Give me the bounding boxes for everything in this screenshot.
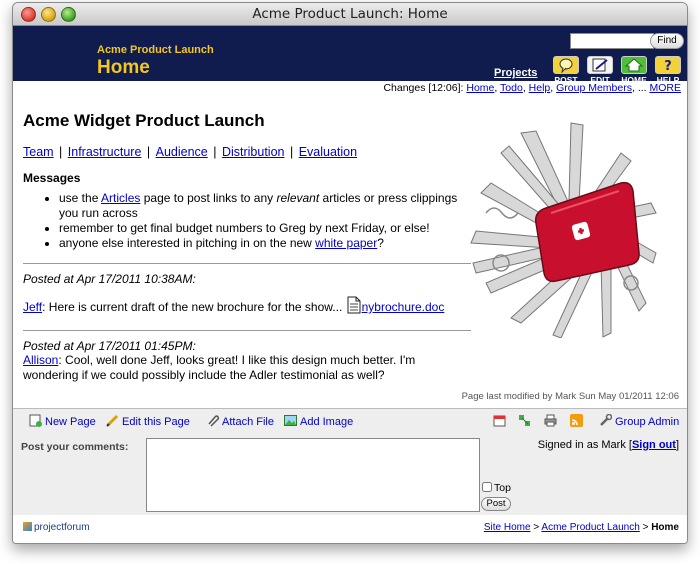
messages-heading: Messages [23,171,81,185]
list-item: remember to get final budget numbers to … [59,221,473,236]
svg-text:?: ? [664,59,672,73]
last-modified-text: Page last modified by Mark Sun May 01/20… [461,391,679,402]
breadcrumb-current: Home [651,522,679,533]
window-title: Acme Product Launch: Home [252,6,448,22]
post-button[interactable]: POST [551,56,581,85]
articles-link[interactable]: Articles [101,191,140,205]
post-body: Jeff: Here is current draft of the new b… [23,296,473,318]
top-checkbox-label: Top [494,482,511,494]
swiss-army-knife-image [461,113,661,343]
new-page-button[interactable]: New Page [29,414,96,428]
change-link-todo[interactable]: Todo [500,82,523,94]
add-image-button[interactable]: Add Image [284,414,353,428]
breadcrumb: Site Home > Acme Product Launch > Home [483,522,679,533]
change-ellipsis: ... [637,82,647,94]
edit-button[interactable]: EDIT [585,56,615,85]
breadcrumb-site-home[interactable]: Site Home [484,522,531,533]
browser-window: Acme Product Launch: Home Acme Product L… [12,2,688,544]
nav-link-audience[interactable]: Audience [156,145,208,159]
nav-link-distribution[interactable]: Distribution [222,145,285,159]
change-link-group-members[interactable]: Group Members [556,82,632,94]
image-icon [284,414,297,427]
new-page-icon [29,414,42,427]
post-author-link[interactable]: Jeff [23,300,42,314]
list-item: anyone else interested in pitching in on… [59,236,473,251]
messages-list: use the Articles page to post links to a… [23,191,473,251]
printer-icon [544,414,557,427]
home-icon [621,56,647,74]
post-body: Allison: Cool, well done Jeff, looks gre… [23,353,416,382]
page-content: Acme Widget Product Launch Team | Infras… [23,103,473,383]
top-option: Top [482,482,511,494]
breadcrumb-project[interactable]: Acme Product Launch [541,522,639,533]
section-links: Team | Infrastructure | Audience | Distr… [23,145,358,159]
page-heading: Home [97,57,150,78]
sign-out-link[interactable]: Sign out [632,439,676,451]
rss-button[interactable] [570,414,586,428]
search-input[interactable] [570,33,654,49]
attachment-link[interactable]: nybrochure.doc [362,300,445,314]
attach-file-button[interactable]: Attach File [206,414,274,428]
comment-section: Post your comments: Signed in as Mark [S… [13,433,687,515]
divider [23,330,471,331]
nav-link-evaluation[interactable]: Evaluation [299,145,357,159]
rss-icon [570,414,583,427]
group-admin-button[interactable]: Group Admin [599,413,679,428]
post-timestamp: Posted at Apr 17/2011 10:38AM: [23,272,196,286]
page-footer: projectforum Site Home > Acme Product La… [13,515,687,543]
calendar-icon [493,414,506,427]
document-icon [346,296,362,318]
print-button[interactable] [544,414,560,428]
post-comment-button[interactable]: Post [481,497,511,511]
comment-textarea[interactable] [146,438,480,512]
signed-in-status: Signed in as Mark [Sign out] [537,439,679,451]
top-checkbox[interactable] [482,482,492,492]
edit-page-button[interactable]: Edit this Page [106,414,190,428]
home-button[interactable]: HOME [619,56,649,85]
site-header: Acme Product Launch Home Find Projects P… [13,26,687,85]
page-title: Acme Widget Product Launch [23,111,265,130]
pencil-icon [106,414,119,427]
projectforum-logo: projectforum [23,522,90,533]
wrench-icon [599,413,613,427]
post-icon [553,56,579,74]
projects-link[interactable]: Projects [494,67,537,79]
white-paper-link[interactable]: white paper [315,236,377,250]
comment-label: Post your comments: [21,441,129,453]
edit-icon [587,56,613,74]
calendar-button[interactable] [493,414,509,428]
find-button[interactable]: Find [650,33,684,49]
divider [23,263,471,264]
nav-link-infrastructure[interactable]: Infrastructure [68,145,142,159]
paperclip-icon [206,414,220,427]
more-changes-link[interactable]: MORE [650,82,682,94]
change-link-home[interactable]: Home [466,82,494,94]
post-timestamp: Posted at Apr 17/2011 01:45PM: [23,339,196,353]
logo-mark-icon [23,522,32,531]
recent-changes-label: Changes [12:06]: [383,82,464,94]
page-toolbar: New Page Edit this Page Attach File Add … [13,408,687,434]
post-author-link[interactable]: Allison [23,353,58,367]
help-button[interactable]: ? HELP [653,56,683,85]
project-name: Acme Product Launch [97,44,214,56]
title-bar: Acme Product Launch: Home [13,3,687,26]
list-item: use the Articles page to post links to a… [59,191,473,221]
help-icon: ? [655,56,681,74]
recent-changes-bar: Changes [12:06]: Home, Todo, Help, Group… [383,82,681,94]
change-link-help[interactable]: Help [529,82,551,94]
share-icon [518,414,531,427]
nav-link-team[interactable]: Team [23,145,54,159]
share-button[interactable] [518,414,534,428]
